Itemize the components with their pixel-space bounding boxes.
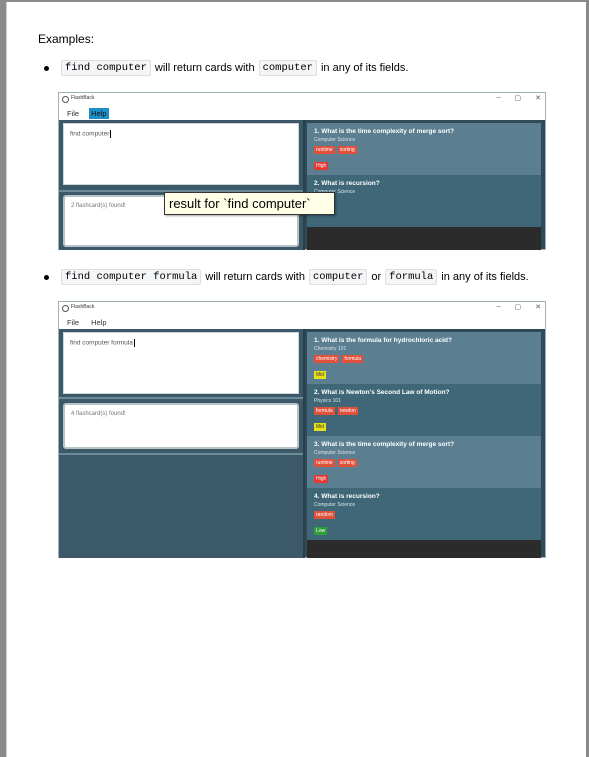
minimize-icon[interactable]: – xyxy=(497,94,501,102)
menu-file[interactable]: File xyxy=(65,108,81,119)
menu-bar: File Help xyxy=(59,315,545,329)
card-tags: runtime sorting xyxy=(314,459,534,467)
tag-random: random xyxy=(314,511,335,519)
close-icon[interactable]: ✕ xyxy=(535,303,541,311)
flashcard-2[interactable]: 2. What is recursion? Computer Science r… xyxy=(307,175,541,227)
tag-formula: formula xyxy=(314,407,335,415)
code-find-computer-formula: find computer formula xyxy=(61,269,202,285)
example-text: or xyxy=(371,271,382,283)
result-callout: result for `find computer` xyxy=(164,192,335,215)
priority-badge: Low xyxy=(314,527,328,535)
example-text: will return cards with xyxy=(205,271,305,283)
card-tags: random xyxy=(314,511,534,519)
example-text: in any of its fields. xyxy=(320,62,409,74)
tag-sorting: sorting xyxy=(337,146,357,154)
code-computer: computer xyxy=(258,60,317,76)
title-bar: FlashBack – ▢ ✕ xyxy=(59,302,545,315)
result-box: 4 flashcard(s) found! xyxy=(63,403,299,449)
result-text: 4 flashcard(s) found! xyxy=(71,411,126,417)
card-tags: runtime sorting xyxy=(314,146,534,154)
tag-runtime: runtime xyxy=(314,146,335,154)
app-logo-icon xyxy=(62,96,69,103)
example-bullet-1: find computer will return cards with com… xyxy=(44,60,412,76)
priority-badge: High xyxy=(314,162,329,170)
card-category: Computer Science xyxy=(314,450,356,456)
flashcard-3[interactable]: 3. What is the time complexity of merge … xyxy=(307,436,541,488)
close-icon[interactable]: ✕ xyxy=(535,94,541,102)
maximize-icon[interactable]: ▢ xyxy=(515,303,522,311)
app-name: FlashBack xyxy=(71,304,95,310)
card-question: 4. What is recursion? xyxy=(314,493,380,500)
app-name: FlashBack xyxy=(71,95,95,101)
panel-divider xyxy=(59,397,303,399)
card-question: 2. What is recursion? xyxy=(314,180,380,187)
card-tags: random xyxy=(314,198,534,206)
left-panel: find computer 2 flashcard(s) found! xyxy=(59,120,305,250)
status-footer xyxy=(307,540,541,558)
card-question: 3. What is the time complexity of merge … xyxy=(314,441,455,448)
window-controls: – ▢ ✕ xyxy=(497,94,541,102)
menu-help[interactable]: Help xyxy=(89,107,109,119)
tag-chemistry: chemistry xyxy=(314,355,340,363)
card-question: 2. What is Newton's Second Law of Motion… xyxy=(314,389,450,396)
card-category: Physics 101 xyxy=(314,398,341,404)
card-category: Computer Science xyxy=(314,137,356,143)
app-logo-icon xyxy=(62,305,69,312)
app-content: find computer 2 flashcard(s) found! 1. W… xyxy=(59,120,545,250)
examples-heading: Examples: xyxy=(38,32,95,46)
example-text: will return cards with xyxy=(154,62,255,74)
code-computer: computer xyxy=(308,269,368,285)
card-list[interactable]: 1. What is the formula for hydrochloric … xyxy=(307,332,541,558)
code-formula: formula xyxy=(385,269,438,285)
card-category: Computer Science xyxy=(314,189,356,195)
card-question: 1. What is the formula for hydrochloric … xyxy=(314,337,452,344)
flashcard-1[interactable]: 1. What is the time complexity of merge … xyxy=(307,123,541,175)
left-panel: find computer formula 4 flashcard(s) fou… xyxy=(59,329,305,558)
window-controls: – ▢ ✕ xyxy=(497,303,541,311)
text-caret xyxy=(133,339,135,347)
command-text: find computer xyxy=(70,130,110,138)
code-find-computer: find computer xyxy=(61,60,151,76)
panel-divider xyxy=(59,453,303,455)
tag-formula: formula xyxy=(342,355,364,363)
title-bar: FlashBack – ▢ ✕ xyxy=(59,93,545,106)
command-text: find computer formula xyxy=(70,339,133,347)
card-tags: formula newton xyxy=(314,407,534,415)
card-list[interactable]: 1. What is the time complexity of merge … xyxy=(307,123,541,250)
app-window-1: FlashBack – ▢ ✕ File Help find computer … xyxy=(58,92,546,250)
menu-bar: File Help xyxy=(59,106,545,120)
command-box[interactable]: find computer xyxy=(63,123,299,185)
example-text: in any of its fields. xyxy=(441,271,529,283)
card-tags: chemistry formula xyxy=(314,355,534,363)
card-question: 1. What is the time complexity of merge … xyxy=(314,128,455,135)
bullet-dot xyxy=(44,274,49,280)
app-content: find computer formula 4 flashcard(s) fou… xyxy=(59,329,545,558)
minimize-icon[interactable]: – xyxy=(497,303,501,311)
priority-badge: Mid xyxy=(314,423,327,431)
tag-runtime: runtime xyxy=(314,459,335,467)
flashcard-2[interactable]: 2. What is Newton's Second Law of Motion… xyxy=(307,384,541,436)
tag-newton: newton xyxy=(337,407,358,415)
card-category: Chemistry 101 xyxy=(314,346,347,352)
priority-badge: High xyxy=(314,475,329,483)
flashcard-4[interactable]: 4. What is recursion? Computer Science r… xyxy=(307,488,541,540)
tag-sorting: sorting xyxy=(337,459,357,467)
bullet-dot xyxy=(44,65,49,71)
example-bullet-2: find computer formula will return cards … xyxy=(44,269,533,285)
menu-help[interactable]: Help xyxy=(89,317,108,328)
text-caret xyxy=(110,130,112,138)
flashcard-1[interactable]: 1. What is the formula for hydrochloric … xyxy=(307,332,541,384)
command-box[interactable]: find computer formula xyxy=(63,332,299,394)
status-footer xyxy=(307,227,541,250)
priority-badge: Mid xyxy=(314,371,327,379)
card-category: Computer Science xyxy=(314,502,356,508)
menu-file[interactable]: File xyxy=(65,317,81,328)
result-text: 2 flashcard(s) found! xyxy=(71,203,126,209)
app-window-2: FlashBack – ▢ ✕ File Help find computer … xyxy=(58,301,546,558)
maximize-icon[interactable]: ▢ xyxy=(515,94,522,102)
